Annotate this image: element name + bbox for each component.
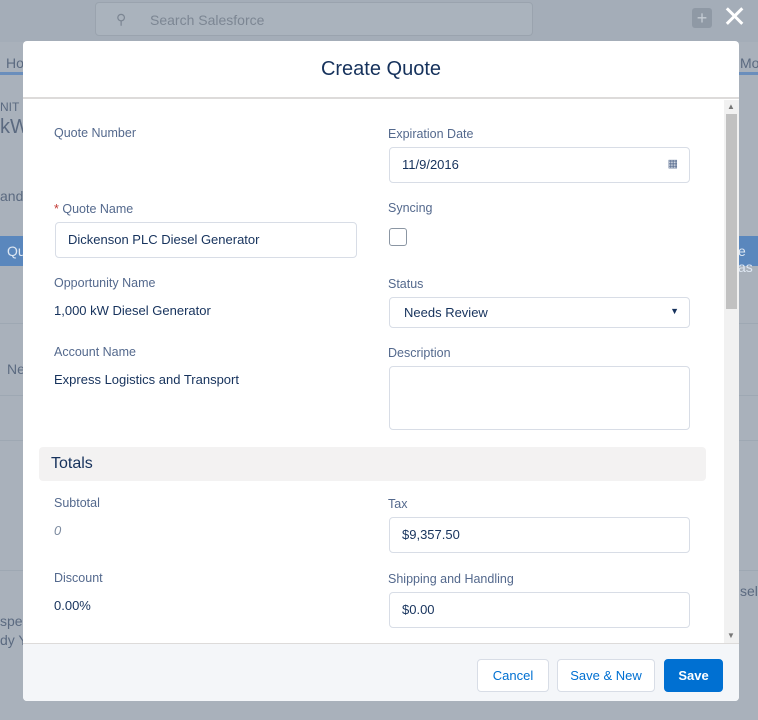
close-icon[interactable]: ✕ — [722, 2, 747, 34]
global-header: ⚲ Search Salesforce + ✕ — [0, 0, 758, 42]
totals-section-header[interactable]: Totals — [39, 447, 706, 481]
quote-name-label: * Quote Name — [54, 202, 133, 216]
scroll-down-icon[interactable]: ▼ — [727, 631, 735, 640]
shipping-label: Shipping and Handling — [388, 572, 514, 586]
opportunity-name-label: Opportunity Name — [54, 276, 156, 290]
bg-link: and — [0, 188, 24, 204]
expiration-date-input[interactable]: 11/9/2016 ▦ — [389, 147, 690, 183]
scrollbar[interactable]: ▲ ▼ — [724, 100, 739, 643]
status-value: Needs Review — [404, 305, 488, 320]
quote-number-label: Quote Number — [54, 126, 136, 140]
quote-name-value: Dickenson PLC Diesel Generator — [68, 232, 260, 247]
search-input[interactable]: ⚲ Search Salesforce — [95, 2, 533, 36]
chevron-down-icon: ▼ — [670, 306, 679, 316]
shipping-value: $0.00 — [402, 602, 435, 617]
tax-label: Tax — [388, 497, 408, 511]
create-quote-modal: Create Quote Quote Number Expiration Dat… — [23, 41, 739, 701]
modal-title: Create Quote — [23, 41, 739, 99]
totals-title: Totals — [51, 455, 93, 472]
bg-tab-home: Ho — [6, 55, 24, 71]
discount-label: Discount — [54, 571, 103, 585]
tax-input[interactable]: $9,357.50 — [389, 517, 690, 553]
expiration-date-value: 11/9/2016 — [402, 157, 459, 172]
account-name-label: Account Name — [54, 345, 136, 359]
shipping-input[interactable]: $0.00 — [389, 592, 690, 628]
search-icon: ⚲ — [116, 11, 127, 27]
bg-text: NIT — [0, 100, 20, 114]
bg-text: sel — [740, 583, 758, 599]
search-placeholder: Search Salesforce — [150, 12, 265, 28]
description-textarea[interactable] — [389, 366, 690, 430]
modal-body: Quote Number Expiration Date 11/9/2016 ▦ … — [23, 100, 739, 643]
quote-name-input[interactable]: Dickenson PLC Diesel Generator — [55, 222, 357, 258]
syncing-checkbox[interactable] — [389, 228, 407, 246]
required-marker: * — [54, 202, 59, 216]
subtotal-value: 0 — [54, 523, 62, 538]
opportunity-name-value: 1,000 kW Diesel Generator — [54, 303, 211, 318]
modal-footer: Cancel Save & New Save — [23, 643, 739, 701]
calendar-icon[interactable]: ▦ — [668, 157, 678, 170]
tax-value: $9,357.50 — [402, 527, 460, 542]
scroll-up-icon[interactable]: ▲ — [727, 102, 735, 111]
add-icon[interactable]: + — [692, 8, 712, 28]
save-and-new-button[interactable]: Save & New — [557, 659, 655, 692]
account-name-value: Express Logistics and Transport — [54, 372, 239, 387]
quote-name-label-text: Quote Name — [62, 202, 134, 216]
bg-text: e as — [738, 243, 753, 275]
expiration-date-label: Expiration Date — [388, 127, 474, 141]
subtotal-label: Subtotal — [54, 496, 100, 510]
scrollbar-thumb[interactable] — [726, 114, 737, 309]
description-label: Description — [388, 346, 451, 360]
save-button[interactable]: Save — [664, 659, 723, 692]
cancel-button[interactable]: Cancel — [477, 659, 549, 692]
discount-value: 0.00% — [54, 598, 91, 613]
status-select[interactable]: Needs Review ▼ — [389, 297, 690, 328]
bg-tab-more: Mo — [740, 55, 758, 71]
status-label: Status — [388, 277, 424, 291]
syncing-label: Syncing — [388, 201, 433, 215]
